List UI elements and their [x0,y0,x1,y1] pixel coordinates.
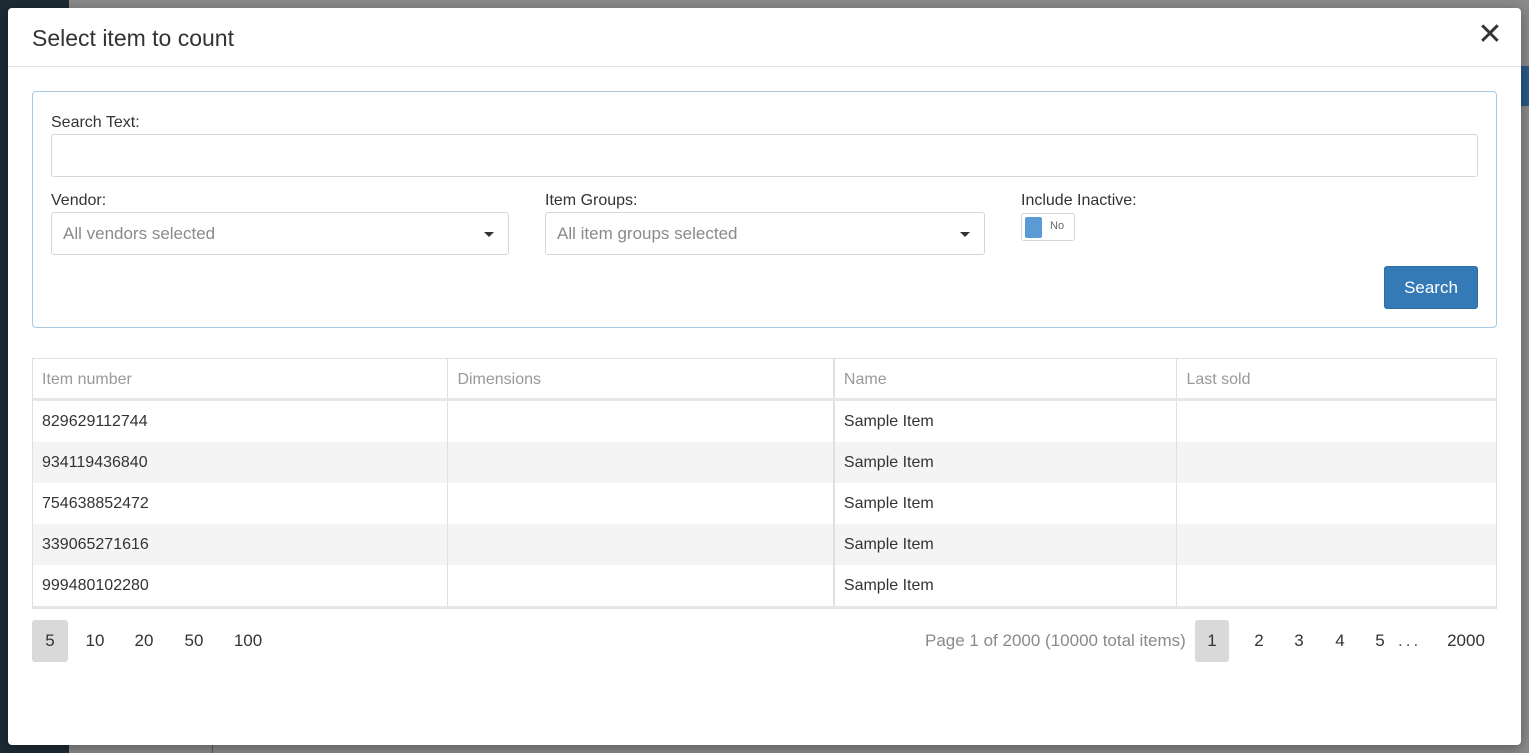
page-button-1[interactable]: 1 [1195,620,1229,662]
item-groups-dropdown-value: All item groups selected [557,224,738,243]
page-button-4[interactable]: 4 [1323,620,1357,662]
column-header-item-number[interactable]: Item number [33,359,449,398]
column-header-last-sold[interactable]: Last sold [1177,359,1496,398]
page-size-50[interactable]: 50 [177,620,211,662]
table-row[interactable]: 829629112744 Sample Item [33,401,1496,442]
name-cell: Sample Item [835,524,1178,565]
page-button-2[interactable]: 2 [1242,620,1276,662]
page-info: Page 1 of 2000 (10000 total items) [925,631,1186,650]
modal-header: Select item to count ✕ [8,8,1521,67]
item-groups-dropdown[interactable]: All item groups selected [545,212,985,255]
name-cell: Sample Item [835,442,1178,483]
table-row[interactable]: 934119436840 Sample Item [33,442,1496,483]
item-number-cell: 829629112744 [33,401,449,442]
item-number-cell: 754638852472 [33,483,449,524]
dimensions-cell [448,442,835,483]
last-sold-cell [1177,565,1496,606]
dimensions-cell [448,483,835,524]
name-cell: Sample Item [835,401,1178,442]
table-header: Item number Dimensions Name Last sold [33,359,1496,401]
caret-down-icon [484,232,494,237]
caret-down-icon [960,232,970,237]
item-number-cell: 934119436840 [33,442,449,483]
dimensions-cell [448,401,835,442]
last-sold-cell [1177,442,1496,483]
page-size-100[interactable]: 100 [226,620,270,662]
vendor-label: Vendor: [51,192,107,209]
item-groups-label: Item Groups: [545,192,638,209]
table-row[interactable]: 339065271616 Sample Item [33,524,1496,565]
table-row[interactable]: 999480102280 Sample Item [33,565,1496,606]
vendor-dropdown-value: All vendors selected [63,224,216,243]
column-header-dimensions[interactable]: Dimensions [448,359,835,398]
last-sold-cell [1177,524,1496,565]
search-text-input[interactable] [51,134,1478,177]
last-sold-cell [1177,483,1496,524]
search-text-label: Search Text: [51,114,140,131]
include-inactive-toggle[interactable]: No [1021,213,1075,241]
search-button[interactable]: Search [1384,266,1478,309]
page-button-last[interactable]: 2000 [1443,620,1489,662]
column-header-name[interactable]: Name [835,359,1178,398]
background-divider [212,745,213,753]
page-button-5[interactable]: 5 [1363,620,1397,662]
table-row[interactable]: 754638852472 Sample Item [33,483,1496,524]
page-size-20[interactable]: 20 [127,620,161,662]
modal-title: Select item to count [32,25,234,51]
name-cell: Sample Item [835,565,1178,606]
page-size-5[interactable]: 5 [32,620,68,662]
toggle-state-label: No [1050,220,1065,232]
toggle-knob [1025,217,1042,238]
items-table: Item number Dimensions Name Last sold 82… [32,358,1497,609]
page-button-3[interactable]: 3 [1282,620,1316,662]
page-size-10[interactable]: 10 [78,620,112,662]
include-inactive-label: Include Inactive: [1021,192,1137,209]
dimensions-cell [448,524,835,565]
search-panel: Search Text: Vendor: All vendors selecte… [32,91,1497,328]
dimensions-cell [448,565,835,606]
close-icon[interactable]: ✕ [1477,20,1503,50]
item-number-cell: 999480102280 [33,565,449,606]
pager: 5 10 20 50 100 Page 1 of 2000 (10000 tot… [32,620,1497,662]
last-sold-cell [1177,401,1496,442]
name-cell: Sample Item [835,483,1178,524]
item-number-cell: 339065271616 [33,524,449,565]
table-footer-border [33,606,1496,608]
page-ellipsis: ... [1398,631,1422,650]
vendor-dropdown[interactable]: All vendors selected [51,212,509,255]
select-item-modal: Select item to count ✕ Search Text: Vend… [8,8,1521,745]
